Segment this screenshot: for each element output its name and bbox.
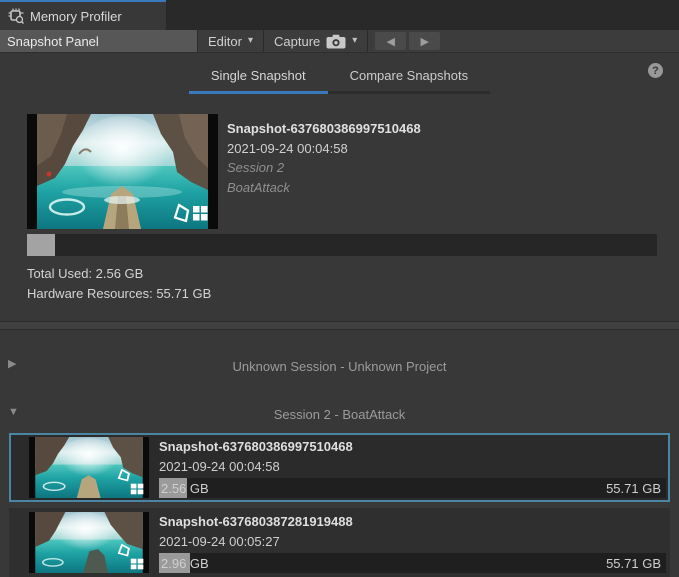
snapshot-date: 2021-09-24 00:04:58 [227,139,421,159]
snapshot-thumbnail [27,114,218,229]
chevron-down-icon: ▾ [352,36,357,46]
session-group-unknown[interactable]: ▶ Unknown Session - Unknown Project [0,357,679,375]
snapshot-date: 2021-09-24 00:04:58 [159,457,666,476]
memory-usage-bar: 2.96 GB 55.71 GB [159,553,666,573]
memory-usage-bar [27,234,657,256]
snapshot-name: Snapshot-637680387281919488 [159,512,666,532]
total-memory-label: 55.71 GB [606,481,666,496]
camera-icon [326,34,346,49]
pane-splitter[interactable] [0,321,679,330]
used-memory-label: 2.96 GB [159,556,209,571]
memory-usage-fill [27,234,55,256]
used-memory-label: 2.56 GB [159,481,209,496]
panel-title: Snapshot Panel [0,30,197,52]
snapshot-thumbnail [29,437,149,498]
editor-dropdown[interactable]: Editor ▾ [198,30,263,52]
window-tab-strip: Memory Profiler [0,0,679,30]
snapshot-list: ▶ Unknown Session - Unknown Project ▼ Se… [0,357,679,577]
chevron-down-icon: ▾ [248,36,253,46]
snapshot-row-1[interactable]: Snapshot-637680386997510468 2021-09-24 0… [9,433,670,502]
snapshot-detail-panel: Snapshot-637680386997510468 2021-09-24 0… [0,94,679,304]
session-group-boatattack[interactable]: ▼ Session 2 - BoatAttack [0,405,679,423]
snapshot-project: BoatAttack [227,178,421,198]
toolbar: Snapshot Panel Editor ▾ Capture ▾ ◀ ▶ [0,30,679,53]
foldout-expanded-icon[interactable]: ▼ [8,407,19,418]
prev-snapshot-button[interactable]: ◀ [375,32,406,50]
session-label: Session 2 - BoatAttack [274,407,406,422]
tab-compare-snapshots[interactable]: Compare Snapshots [328,60,491,94]
help-icon[interactable]: ? [648,63,663,78]
next-snapshot-button[interactable]: ▶ [409,32,440,50]
memory-profiler-icon [8,8,24,24]
arrow-left-icon: ◀ [387,35,395,48]
session-label: Unknown Session - Unknown Project [233,359,447,374]
total-memory-label: 55.71 GB [606,556,666,571]
tab-single-snapshot[interactable]: Single Snapshot [189,60,328,94]
snapshot-name: Snapshot-637680386997510468 [159,437,666,457]
snapshot-name: Snapshot-637680386997510468 [227,119,421,139]
hardware-resources-label: Hardware Resources: 55.71 GB [27,284,652,304]
snapshot-date: 2021-09-24 00:05:27 [159,532,666,551]
snapshot-row-2[interactable]: Snapshot-637680387281919488 2021-09-24 0… [9,508,670,577]
tab-title: Memory Profiler [30,9,122,24]
memory-usage-bar: 2.56 GB 55.71 GB [159,478,666,498]
total-used-label: Total Used: 2.56 GB [27,264,652,284]
tab-memory-profiler[interactable]: Memory Profiler [0,0,166,30]
arrow-right-icon: ▶ [421,35,429,48]
view-tab-bar: Single Snapshot Compare Snapshots ? [0,53,679,94]
foldout-collapsed-icon[interactable]: ▶ [8,359,16,370]
snapshot-session: Session 2 [227,158,421,178]
snapshot-thumbnail [29,512,149,573]
capture-button[interactable]: Capture ▾ [264,30,367,52]
